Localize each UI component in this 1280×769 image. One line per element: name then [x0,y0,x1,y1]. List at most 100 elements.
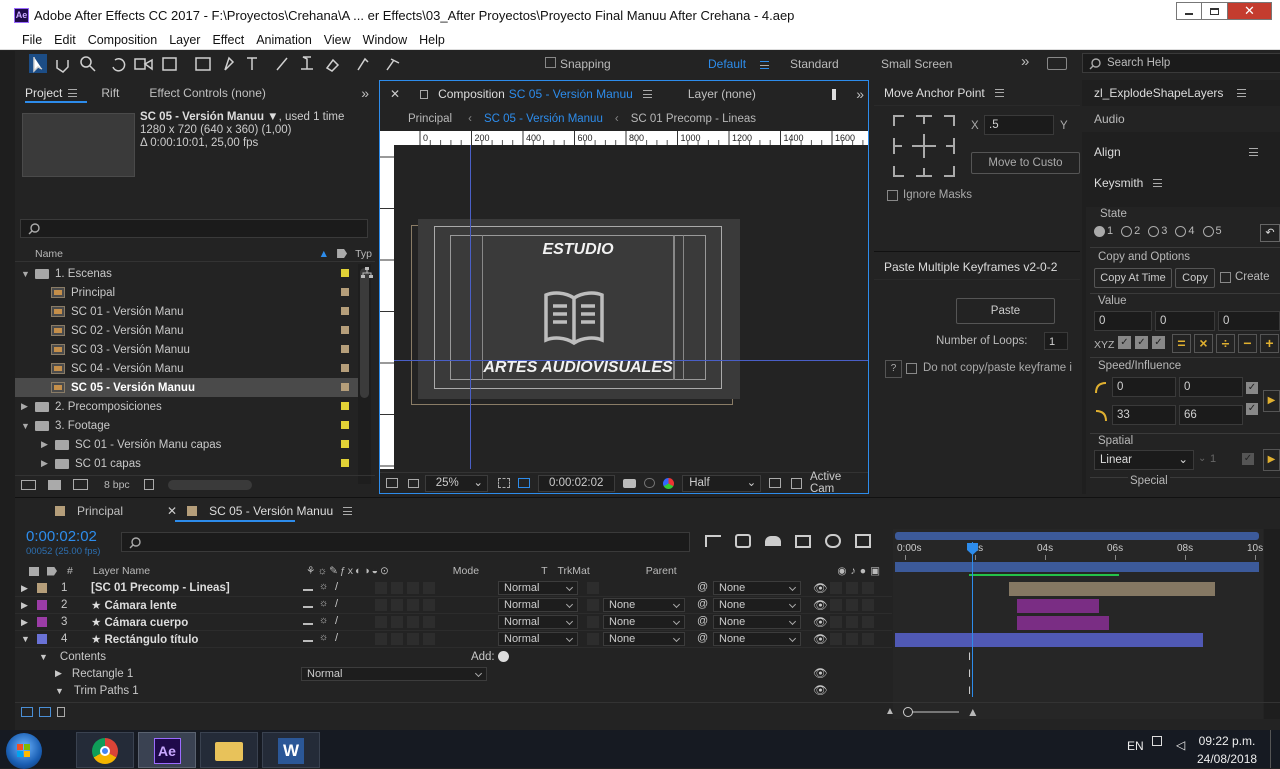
av-switch-box[interactable] [846,633,858,645]
label-color-swatch[interactable] [37,600,47,610]
t-switch[interactable] [587,582,599,594]
operator-button[interactable]: ÷ [1216,334,1235,353]
current-time-field[interactable]: 0:00:02:02 [537,474,615,492]
project-scrollbar[interactable] [358,264,371,484]
col-name[interactable]: Name [35,248,63,260]
speed-out-input[interactable]: 0 [1179,377,1243,397]
close-button[interactable]: ✕ [1228,2,1272,20]
undo-icon[interactable]: ↶ [1260,224,1280,242]
thumbnail-slider[interactable] [167,479,252,490]
layer-mode-select[interactable]: Normal [498,581,578,595]
speed-in-input[interactable]: 0 [1112,377,1176,397]
parent-select[interactable]: None [713,615,801,629]
project-search-input[interactable] [20,219,368,238]
anchor-grid[interactable] [892,114,956,178]
av-switch-box[interactable] [830,616,842,628]
add-icon[interactable] [497,651,509,662]
switch-box[interactable] [391,582,403,594]
t-switch[interactable] [587,633,599,645]
keyframe-marker[interactable]: I [968,685,971,697]
shy-switch-icon[interactable] [303,634,313,642]
label-color-swatch[interactable] [341,421,349,429]
add-label[interactable]: Add: [471,651,495,663]
t-switch[interactable] [587,599,599,611]
collapse-switch-icon[interactable]: ☼ [319,598,328,609]
av-switch-box[interactable] [862,633,874,645]
layer-3-bar[interactable] [1017,616,1109,630]
menu-animation[interactable]: Animation [256,33,312,47]
influence-checkbox[interactable]: ✓ [1246,403,1258,415]
rectangle-mode-select[interactable]: Normal [301,667,487,681]
panel-menu-icon[interactable] [1153,179,1163,187]
parent-select[interactable]: None [713,581,801,595]
bpc-label[interactable]: 8 bpc [104,479,130,491]
layer-4-bar[interactable] [895,633,1203,647]
quality-switch-icon[interactable]: / [335,598,338,610]
workspace-default[interactable]: Default [708,57,746,71]
trkmat-select[interactable]: None [603,615,685,629]
help-button[interactable]: ? [885,360,902,378]
switch-box[interactable] [407,599,419,611]
toggle-in-out-icon[interactable] [57,706,65,717]
pickwhip-icon[interactable]: @ [697,632,708,644]
motion-blur-icon[interactable] [825,534,841,548]
tool-icons[interactable] [15,51,535,77]
ignore-masks-checkbox[interactable] [887,190,898,201]
workspace-menu-icon[interactable] [760,61,769,69]
camera-view-label[interactable]: Active Cam [810,471,868,495]
label-color-swatch[interactable] [341,288,349,296]
book-icon[interactable] [543,290,605,346]
menu-file[interactable]: File [22,33,42,47]
switch-box[interactable] [407,633,419,645]
always-preview-icon[interactable] [386,478,398,488]
new-folder-icon[interactable] [48,479,61,490]
x-checkbox[interactable]: ✓ [1118,336,1131,349]
layer-mode-select[interactable]: Normal [498,615,578,629]
copy-at-time-button[interactable]: Copy At Time [1094,268,1172,288]
project-item[interactable]: ▼ 1. Escenas [15,264,359,283]
chevron-right-icon[interactable]: ▶ [21,401,31,412]
label-color-swatch[interactable] [341,383,349,391]
project-item[interactable]: SC 04 - Versión Manu [15,359,359,378]
frame-blending-icon[interactable] [795,534,811,548]
close-icon[interactable]: ✕ [390,87,400,101]
eye-icon[interactable]: 👁 [813,683,828,697]
project-item[interactable]: ▶ SC 01 capas [15,454,359,473]
label-color-swatch[interactable] [341,345,349,353]
menu-composition[interactable]: Composition [88,33,157,47]
layer-2-bar[interactable] [1017,599,1099,613]
eye-icon[interactable]: 👁 [813,581,828,595]
show-snapshot-icon[interactable] [643,478,656,488]
chevron-down-icon[interactable]: ▼ [21,269,31,279]
panel-menu-icon[interactable] [1237,89,1247,97]
switch-box[interactable] [375,599,387,611]
region-icon[interactable] [498,478,510,488]
project-item[interactable]: ▶ SC 01 - Versión Manu capas [15,435,359,454]
tab-project[interactable]: Project [25,86,62,100]
playhead-line[interactable] [972,542,973,697]
switch-box[interactable] [423,599,435,611]
influence-out-input[interactable]: 66 [1179,405,1243,425]
network-icon[interactable] [1152,736,1162,746]
value-y-input[interactable]: 0 [1155,311,1215,331]
lock-icon[interactable] [420,89,429,99]
project-item[interactable]: SC 05 - Versión Manuu [15,378,359,397]
y-checkbox[interactable]: ✓ [1135,336,1148,349]
value-z-input[interactable]: 0 [1218,311,1280,331]
toggle-switches-icon[interactable] [21,706,33,717]
z-checkbox[interactable]: ✓ [1152,336,1165,349]
contents-row[interactable]: ▼ Contents Add: [15,648,892,665]
quality-switch-icon[interactable]: / [335,615,338,627]
layer-name[interactable]: ★ Cámara lente [91,598,177,612]
layer-name[interactable]: [SC 01 Precomp - Lineas] [91,582,230,594]
flowchart-icon[interactable] [361,267,373,279]
panel-menu-icon[interactable] [994,88,1004,97]
value-x-input[interactable]: 0 [1094,311,1152,331]
label-color-swatch[interactable] [341,402,349,410]
switch-box[interactable] [407,582,419,594]
layer-mode-select[interactable]: Normal [498,632,578,646]
chevron-down-icon[interactable]: ▼ [21,421,31,431]
parent-select[interactable]: None [713,632,801,646]
menu-layer[interactable]: Layer [169,33,200,47]
switch-box[interactable] [423,582,435,594]
